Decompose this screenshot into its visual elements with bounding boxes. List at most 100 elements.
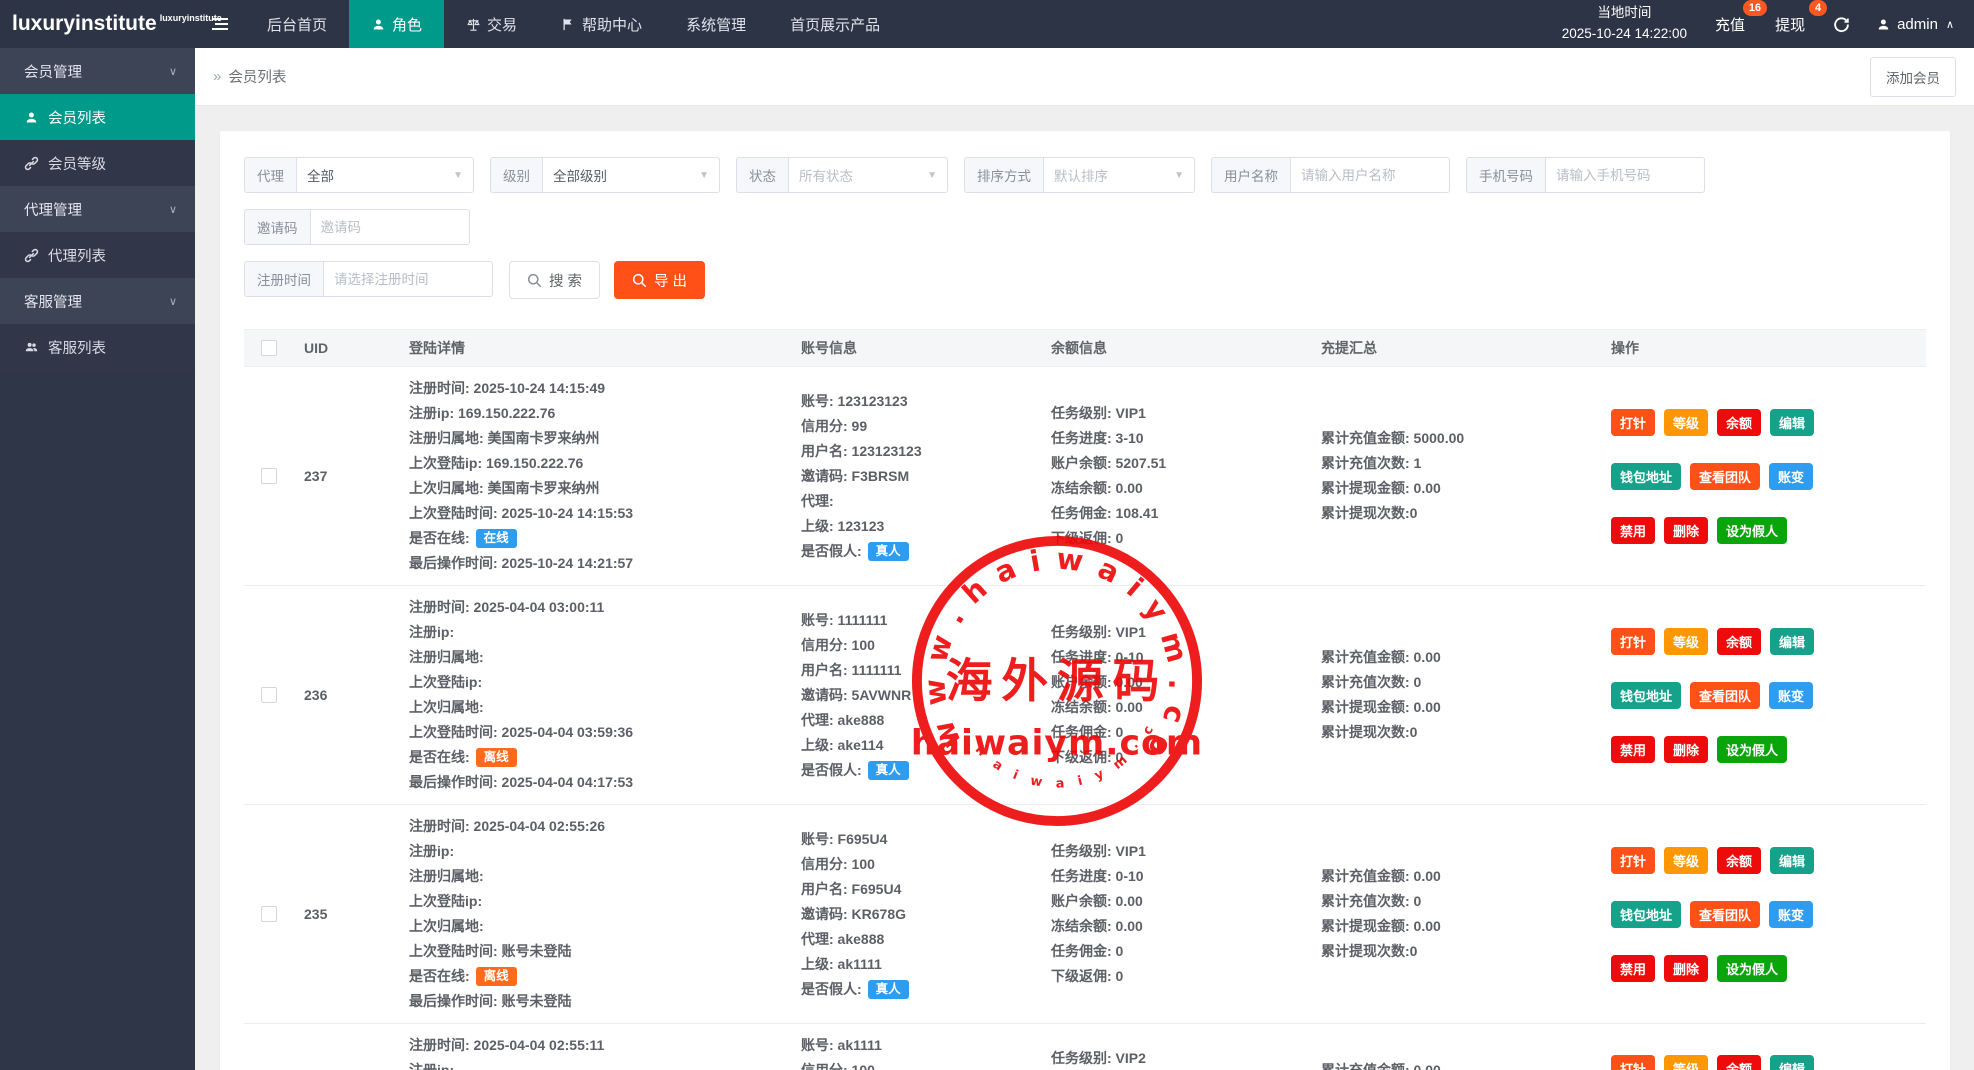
select-all-checkbox[interactable] xyxy=(261,340,277,356)
recharge-link[interactable]: 充值 16 xyxy=(1713,10,1747,39)
top-menu-item[interactable]: 交易 xyxy=(444,0,539,48)
breadcrumb: » 会员列表 xyxy=(213,66,286,87)
action-line: 钱包地址查看团队账变 xyxy=(1611,901,1926,928)
chevron-down-icon: ▼ xyxy=(453,170,463,181)
sidebar: 会员管理∨会员列表会员等级代理管理∨代理列表客服管理∨客服列表 xyxy=(0,48,195,1070)
filter-select[interactable]: 所有状态▼ xyxy=(788,157,948,193)
action-line: 打针等级余额编辑 xyxy=(1611,409,1926,436)
status-badge: 真人 xyxy=(868,761,909,780)
sidebar-item[interactable]: 会员列表 xyxy=(0,94,195,140)
action-level-button[interactable]: 等级 xyxy=(1664,628,1708,655)
detail-line: 累计提现次数:0 xyxy=(1321,501,1599,526)
action-view-team-button[interactable]: 查看团队 xyxy=(1690,682,1760,709)
detail-line: 下级返佣: 0 xyxy=(1051,745,1309,770)
row-checkbox[interactable] xyxy=(261,906,277,922)
top-menu-item[interactable]: 后台首页 xyxy=(245,0,349,48)
filter-input[interactable] xyxy=(334,272,482,287)
add-member-button[interactable]: 添加会员 xyxy=(1870,57,1956,97)
action-view-team-button[interactable]: 查看团队 xyxy=(1690,901,1760,928)
action-wallet-address-button[interactable]: 钱包地址 xyxy=(1611,682,1681,709)
action-edit-button[interactable]: 编辑 xyxy=(1770,847,1814,874)
detail-line: 上次归属地: 美国南卡罗来纳州 xyxy=(409,476,789,501)
action-set-fake-button[interactable]: 设为假人 xyxy=(1717,517,1787,544)
top-menu-item[interactable]: 系统管理 xyxy=(664,0,768,48)
action-level-button[interactable]: 等级 xyxy=(1664,847,1708,874)
detail-line: 累计提现次数:0 xyxy=(1321,939,1599,964)
detail-line: 上次登陆ip: 169.150.222.76 xyxy=(409,451,789,476)
action-delete-button[interactable]: 删除 xyxy=(1664,955,1708,982)
action-balance-button[interactable]: 余额 xyxy=(1717,847,1761,874)
row-login-details: 注册时间: 2025-04-04 02:55:11注册ip:注册归属地:上次登陆… xyxy=(389,1033,789,1070)
action-level-button[interactable]: 等级 xyxy=(1664,1055,1708,1070)
sidebar-group[interactable]: 代理管理∨ xyxy=(0,186,195,232)
filter-input[interactable] xyxy=(321,220,459,235)
withdraw-link[interactable]: 提现 4 xyxy=(1773,10,1807,39)
top-menu-item-label: 首页展示产品 xyxy=(790,14,880,35)
filter-label: 代理 xyxy=(244,157,296,193)
action-balance-button[interactable]: 余额 xyxy=(1717,628,1761,655)
detail-line: 累计充值次数: 0 xyxy=(1321,670,1599,695)
chevron-up-icon: ∧ xyxy=(1946,18,1954,31)
export-button[interactable]: 导 出 xyxy=(614,261,705,299)
table-row: 237注册时间: 2025-10-24 14:15:49注册ip: 169.15… xyxy=(244,367,1926,586)
action-delete-button[interactable]: 删除 xyxy=(1664,736,1708,763)
header-uid: UID xyxy=(294,340,389,356)
action-wallet-address-button[interactable]: 钱包地址 xyxy=(1611,463,1681,490)
action-disable-button[interactable]: 禁用 xyxy=(1611,517,1655,544)
admin-menu[interactable]: admin ∧ xyxy=(1876,16,1954,33)
action-inject-button[interactable]: 打针 xyxy=(1611,847,1655,874)
header-account-info: 账号信息 xyxy=(789,338,1039,358)
action-inject-button[interactable]: 打针 xyxy=(1611,1055,1655,1070)
refresh-icon[interactable] xyxy=(1833,16,1850,33)
top-menu-item[interactable]: 角色 xyxy=(349,0,444,48)
person-icon xyxy=(24,110,39,125)
action-account-change-button[interactable]: 账变 xyxy=(1769,463,1813,490)
search-button[interactable]: 搜 索 xyxy=(509,261,600,299)
top-menu: 后台首页角色交易帮助中心系统管理 首页展示产品 xyxy=(245,0,902,48)
action-balance-button[interactable]: 余额 xyxy=(1717,1055,1761,1070)
person-icon xyxy=(371,17,386,32)
sidebar-group[interactable]: 会员管理∨ xyxy=(0,48,195,94)
action-set-fake-button[interactable]: 设为假人 xyxy=(1717,736,1787,763)
action-disable-button[interactable]: 禁用 xyxy=(1611,955,1655,982)
sidebar-item[interactable]: 客服列表 xyxy=(0,324,195,370)
filter-select-value: 全部级别 xyxy=(553,165,607,185)
action-level-button[interactable]: 等级 xyxy=(1664,409,1708,436)
filter-select[interactable]: 全部级别▼ xyxy=(542,157,720,193)
action-balance-button[interactable]: 余额 xyxy=(1717,409,1761,436)
action-disable-button[interactable]: 禁用 xyxy=(1611,736,1655,763)
action-edit-button[interactable]: 编辑 xyxy=(1770,1055,1814,1070)
filter-input[interactable] xyxy=(1301,168,1439,183)
detail-line: 账号: 1111111 xyxy=(801,608,1039,633)
sidebar-item[interactable]: 代理列表 xyxy=(0,232,195,278)
filter-select[interactable]: 默认排序▼ xyxy=(1043,157,1195,193)
local-time-label: 当地时间 xyxy=(1562,3,1687,24)
recharge-badge: 16 xyxy=(1743,0,1767,16)
scale-icon xyxy=(466,17,481,32)
action-inject-button[interactable]: 打针 xyxy=(1611,628,1655,655)
filter-代理: 代理全部▼ xyxy=(244,157,474,193)
action-wallet-address-button[interactable]: 钱包地址 xyxy=(1611,901,1681,928)
page-title: 会员列表 xyxy=(228,66,286,87)
sidebar-item[interactable]: 会员等级 xyxy=(0,140,195,186)
action-account-change-button[interactable]: 账变 xyxy=(1769,901,1813,928)
action-view-team-button[interactable]: 查看团队 xyxy=(1690,463,1760,490)
action-set-fake-button[interactable]: 设为假人 xyxy=(1717,955,1787,982)
filter-input[interactable] xyxy=(1556,168,1694,183)
filter-input-wrap xyxy=(1545,157,1705,193)
member-list-card: 代理全部▼级别全部级别▼状态所有状态▼排序方式默认排序▼用户名称手机号码邀请码 … xyxy=(220,131,1950,1070)
action-edit-button[interactable]: 编辑 xyxy=(1770,628,1814,655)
top-menu-item[interactable]: 首页展示产品 xyxy=(768,0,902,48)
row-checkbox[interactable] xyxy=(261,468,277,484)
row-balance-info: 任务级别: VIP1任务进度: 0-10账户余额: 0.00冻结余额: 0.00… xyxy=(1039,839,1309,989)
top-menu-item[interactable]: 帮助中心 xyxy=(539,0,664,48)
action-delete-button[interactable]: 删除 xyxy=(1664,517,1708,544)
action-account-change-button[interactable]: 账变 xyxy=(1769,682,1813,709)
sidebar-toggle-icon[interactable] xyxy=(195,0,245,48)
action-edit-button[interactable]: 编辑 xyxy=(1770,409,1814,436)
sidebar-group[interactable]: 客服管理∨ xyxy=(0,278,195,324)
filter-select[interactable]: 全部▼ xyxy=(296,157,474,193)
row-checkbox[interactable] xyxy=(261,687,277,703)
action-inject-button[interactable]: 打针 xyxy=(1611,409,1655,436)
header-recharge-summary: 充提汇总 xyxy=(1309,338,1599,358)
